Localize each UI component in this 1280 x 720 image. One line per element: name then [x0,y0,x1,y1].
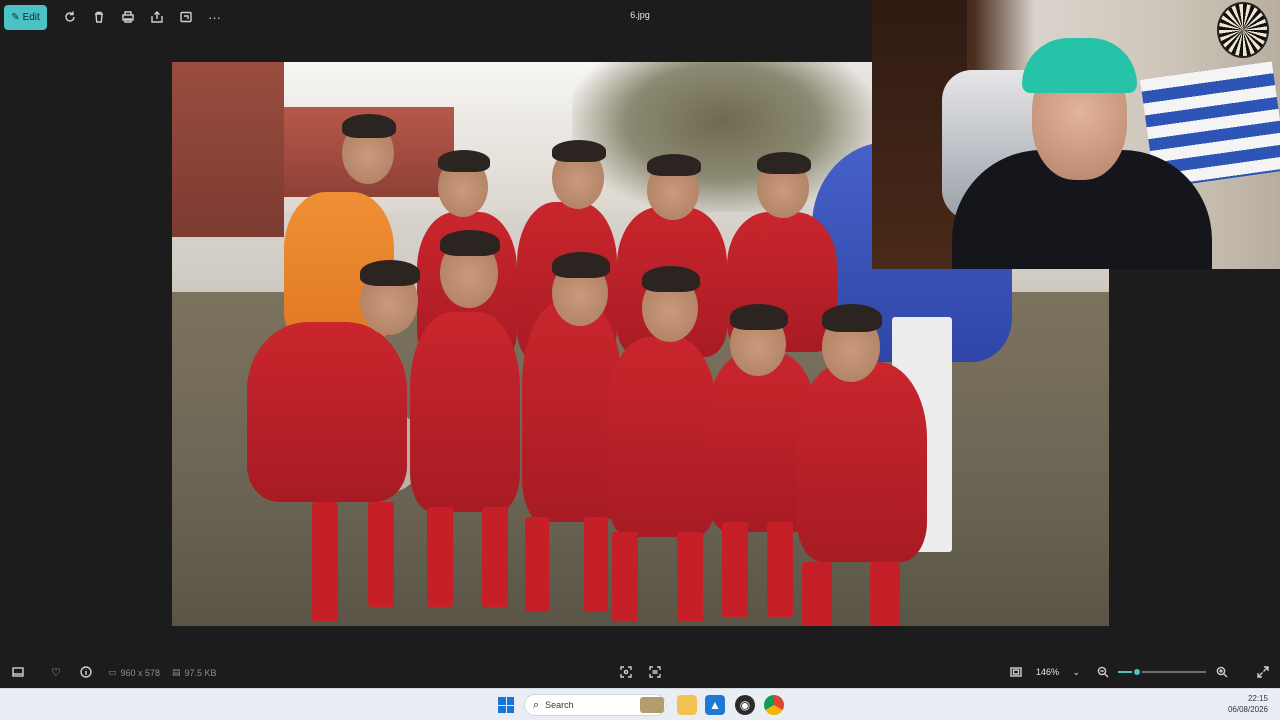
photo-viewer-window: ✎ Edit ··· 6.jpg ♡ ▭ 960 x 578 ▤ 97.5 KB… [0,0,1280,688]
more-icon: ··· [208,9,221,25]
photo-player-front-1 [247,322,407,502]
photo-player-hair [552,252,610,278]
photo-player-sock [677,532,703,622]
windows-logo-icon [498,697,506,705]
search-highlight-icon[interactable] [640,697,664,713]
search-icon: ⌕ [533,698,540,711]
photo-building-left [172,62,284,237]
photo-player-hair [552,140,606,162]
zoom-slider[interactable] [1118,667,1206,677]
taskbar: ⌕ Search ▲ ◉ 22:15 06/08/2026 [0,688,1280,720]
photo-player-sock [612,532,638,622]
file-size-icon: ▤ [172,667,181,677]
photo-player-sock [767,522,793,617]
edit-label: Edit [22,11,40,23]
system-clock[interactable]: 22:15 06/08/2026 [1228,693,1268,715]
info-icon [80,666,92,678]
photo-player-sock [427,507,453,607]
bottom-bar: ♡ ▭ 960 x 578 ▤ 97.5 KB 146% ⌄ [0,658,1280,686]
image-dimensions-text: 960 x 578 [120,667,161,678]
delete-button[interactable] [84,5,113,30]
photo-player-sock [482,507,508,607]
zoom-in-button[interactable] [1214,664,1230,680]
file-explorer-icon[interactable] [677,695,697,715]
clock-date: 06/08/2026 [1227,705,1268,714]
delete-icon [94,11,103,23]
start-button[interactable] [498,697,514,713]
share-button[interactable] [142,5,171,30]
ocr-button[interactable] [647,664,663,680]
taskbar-search-placeholder: Search [545,700,574,710]
fullscreen-button[interactable] [1255,664,1271,680]
print-icon [121,11,134,23]
webcam-overlay [872,0,1280,269]
info-button[interactable] [78,664,94,680]
photo-player-front-2 [410,312,520,512]
file-size-text: 97.5 KB [184,667,217,678]
select-icon [620,666,632,678]
favorite-icon: ♡ [51,666,61,679]
fit-icon [1010,667,1022,677]
photo-player-sock [802,562,832,626]
file-name: 6.jpg [630,10,650,20]
share-icon [150,11,163,23]
image-dimensions: ▭ 960 x 578 [108,667,160,678]
photo-player-hair [642,266,700,292]
filmstrip-icon [12,667,24,677]
crop-icon [179,11,192,23]
print-button[interactable] [113,5,142,30]
photo-player-sock [870,562,900,626]
photo-player-hair [360,260,420,286]
file-size: ▤ 97.5 KB [172,667,217,678]
fit-button[interactable] [1008,664,1024,680]
webcam-person-cap [1022,38,1137,93]
photo-player-sock [722,522,748,617]
photo-player-sock [525,517,549,612]
more-button[interactable]: ··· [200,5,229,30]
obs-icon[interactable]: ◉ [735,695,755,715]
zoom-level: 146% [1036,667,1060,677]
zoom-slider-thumb[interactable] [1132,667,1143,677]
photo-player-hair [440,230,500,256]
zoom-dropdown[interactable]: 146% ⌄ [1032,663,1084,681]
fullscreen-icon [1257,666,1269,678]
zoom-out-button[interactable] [1095,664,1111,680]
image-size-icon: ▭ [108,667,117,677]
photos-app-icon[interactable]: ▲ [705,695,725,715]
photo-player-hair [730,304,788,330]
filmstrip-button[interactable] [10,664,26,680]
ocr-icon [649,666,661,678]
photo-player-front-6 [797,362,927,562]
select-button[interactable] [618,664,634,680]
zoom-in-icon [1216,666,1228,678]
zoom-out-icon [1097,666,1109,678]
photo-player-sock [312,502,338,622]
photo-player-front-4 [607,337,717,537]
photo-player-hair [822,304,882,332]
photo-player-hair [647,154,701,176]
webcam-dartboard [1217,2,1269,58]
photo-player-sock [368,502,394,607]
photo-player-hair [342,114,396,138]
rotate-icon [64,11,75,22]
clock-time: 22:15 [1247,694,1268,703]
photo-player-hair [757,152,811,174]
photo-player-sock [584,517,608,612]
favorite-button[interactable]: ♡ [48,664,64,680]
photo-player-hair [438,150,490,172]
chevron-down-icon: ⌄ [1072,666,1080,677]
chrome-icon[interactable] [764,695,784,715]
edit-icon: ✎ [11,11,20,23]
edit-button[interactable]: ✎ Edit [4,4,47,30]
rotate-button[interactable] [55,5,84,30]
crop-button[interactable] [171,5,200,30]
